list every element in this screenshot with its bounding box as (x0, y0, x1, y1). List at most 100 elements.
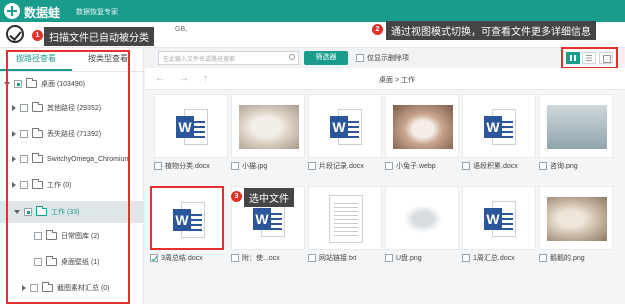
tree-checkbox[interactable] (34, 258, 42, 266)
file-thumbnail[interactable]: W (154, 94, 228, 158)
file-checkbox[interactable] (539, 162, 547, 170)
file-card[interactable]: U盘.png (385, 186, 459, 268)
file-thumbnail[interactable] (231, 94, 305, 158)
file-card[interactable]: W 1周汇总.docx (462, 186, 536, 268)
back-arrow-icon[interactable]: ← (155, 73, 165, 84)
file-card[interactable]: W 植物分类.docx (154, 94, 228, 176)
file-thumbnail[interactable] (539, 186, 613, 250)
tree-checkbox[interactable] (20, 104, 28, 112)
only-deleted-toggle[interactable]: 仅显示删除项 (356, 53, 409, 63)
tree-checkbox[interactable] (14, 80, 22, 88)
up-arrow-icon[interactable]: ↑ (203, 73, 208, 84)
tree-item-other-paths[interactable]: 其他路径 (29352) (12, 98, 101, 118)
app-logo-icon (4, 3, 20, 19)
tree-checkbox[interactable] (20, 181, 28, 189)
callout-3: 选中文件 (244, 188, 294, 207)
expand-arrow-icon[interactable] (12, 182, 16, 188)
usb-photo (393, 197, 453, 241)
tree-item-label: 其他路径 (29352) (47, 105, 102, 112)
only-deleted-checkbox[interactable] (356, 54, 364, 62)
file-checkbox[interactable] (231, 254, 239, 262)
tab-by-path[interactable]: 按路径查看 (0, 48, 72, 71)
file-card[interactable]: 小猫.jpg (231, 94, 305, 176)
file-thumbnail[interactable] (308, 186, 382, 250)
tree-checkbox[interactable] (20, 130, 28, 138)
file-checkbox-checked[interactable] (150, 254, 158, 262)
file-name: 网站链接.txt (319, 255, 357, 262)
title-bar: 数据蛙 数据恢复专家 (0, 0, 625, 22)
tree-item-label: SwitchyOmega_Chromium (47, 155, 131, 163)
file-checkbox[interactable] (154, 162, 162, 170)
tree-item-screenshots[interactable]: 截图素材汇总 (0) (22, 278, 110, 298)
tree-checkbox[interactable] (24, 208, 32, 216)
file-thumbnail[interactable] (385, 94, 459, 158)
filter-button[interactable]: 筛选器 (304, 51, 348, 65)
file-thumbnail[interactable]: W (462, 94, 536, 158)
folder-icon (32, 102, 43, 112)
file-name: 片段记录.docx (319, 163, 364, 170)
file-card[interactable]: 鹅鹅的.png (539, 186, 613, 268)
file-card[interactable]: 小兔子.webp (385, 94, 459, 176)
thumbnail-view-icon[interactable] (566, 52, 581, 64)
file-thumbnail[interactable]: W (308, 94, 382, 158)
list-view-icon[interactable] (582, 52, 597, 64)
file-name-row: 1周汇总.docx (462, 253, 536, 263)
tree-item-label: 桌面壁纸 (1) (61, 259, 100, 266)
file-name-row: 片段记录.docx (308, 161, 382, 171)
file-checkbox[interactable] (231, 162, 239, 170)
expand-arrow-icon[interactable] (12, 156, 16, 162)
file-checkbox[interactable] (308, 162, 316, 170)
callout-1: 扫描文件已自动被分类 (44, 27, 154, 46)
tree-checkbox[interactable] (20, 155, 28, 163)
file-checkbox[interactable] (462, 254, 470, 262)
file-card-selected[interactable]: W 3周总结.docx (150, 186, 224, 268)
cat-photo (239, 105, 299, 149)
collapse-arrow-icon[interactable] (4, 82, 10, 86)
tree-item-work-selected[interactable]: 工作 (33) (0, 201, 144, 223)
only-deleted-label: 仅显示删除项 (367, 55, 409, 62)
search-icon[interactable] (289, 54, 295, 60)
tab-by-type[interactable]: 按类型查看 (72, 48, 144, 71)
tree-item-lost-paths[interactable]: 丢失路径 (71392) (12, 124, 101, 144)
file-name: 植物分类.docx (165, 163, 210, 170)
tree-item-label: 桌面 (103490) (41, 81, 85, 88)
file-checkbox[interactable] (462, 162, 470, 170)
tree-item-wallpaper[interactable]: 桌面壁纸 (1) (34, 252, 100, 272)
expand-arrow-icon[interactable] (12, 131, 16, 137)
file-card[interactable]: 咨询.png (539, 94, 613, 176)
sidebar: 按路径查看 按类型查看 桌面 (103490) 其他路径 (29352) 丢失路… (0, 48, 144, 304)
file-thumbnail[interactable] (539, 94, 613, 158)
file-card[interactable]: W 片段记录.docx (308, 94, 382, 176)
folder-icon (46, 230, 57, 240)
callout-badge-2: 2 (372, 24, 383, 35)
detail-view-icon[interactable] (598, 52, 613, 64)
file-checkbox[interactable] (385, 162, 393, 170)
tree-item-switchyomega[interactable]: SwitchyOmega_Chromium (12, 149, 130, 169)
tree-checkbox[interactable] (34, 232, 42, 240)
tree-item-work-empty[interactable]: 工作 (0) (12, 175, 72, 195)
file-card[interactable]: 网站链接.txt (308, 186, 382, 268)
app-name: 数据蛙 (24, 6, 61, 20)
folder-icon (32, 128, 43, 138)
file-checkbox[interactable] (308, 254, 316, 262)
file-thumbnail[interactable]: W (462, 186, 536, 250)
file-thumbnail[interactable]: W (150, 186, 224, 250)
tree-item-desktop[interactable]: 桌面 (103490) (4, 74, 85, 94)
collapse-arrow-icon[interactable] (14, 210, 20, 214)
tree-item-label: 截图素材汇总 (0) (57, 285, 110, 292)
expand-arrow-icon[interactable] (12, 105, 16, 111)
file-checkbox[interactable] (539, 254, 547, 262)
scan-complete-icon (6, 25, 24, 43)
expand-arrow-icon[interactable] (22, 285, 26, 291)
file-card[interactable]: W 语段积累.docx (462, 94, 536, 176)
file-checkbox[interactable] (385, 254, 393, 262)
file-name-row: 3周总结.docx (150, 253, 224, 263)
file-name-row: 小兔子.webp (385, 161, 459, 171)
file-name: 语段积累.docx (473, 163, 518, 170)
search-input[interactable]: 在此输入文件名或路径搜索 (158, 51, 299, 65)
forward-arrow-icon[interactable]: → (179, 73, 189, 84)
callout-badge-3: 3 (231, 191, 242, 202)
tree-checkbox[interactable] (30, 284, 38, 292)
file-thumbnail[interactable] (385, 186, 459, 250)
tree-item-daily-gallery[interactable]: 日常图库 (2) (34, 226, 100, 246)
